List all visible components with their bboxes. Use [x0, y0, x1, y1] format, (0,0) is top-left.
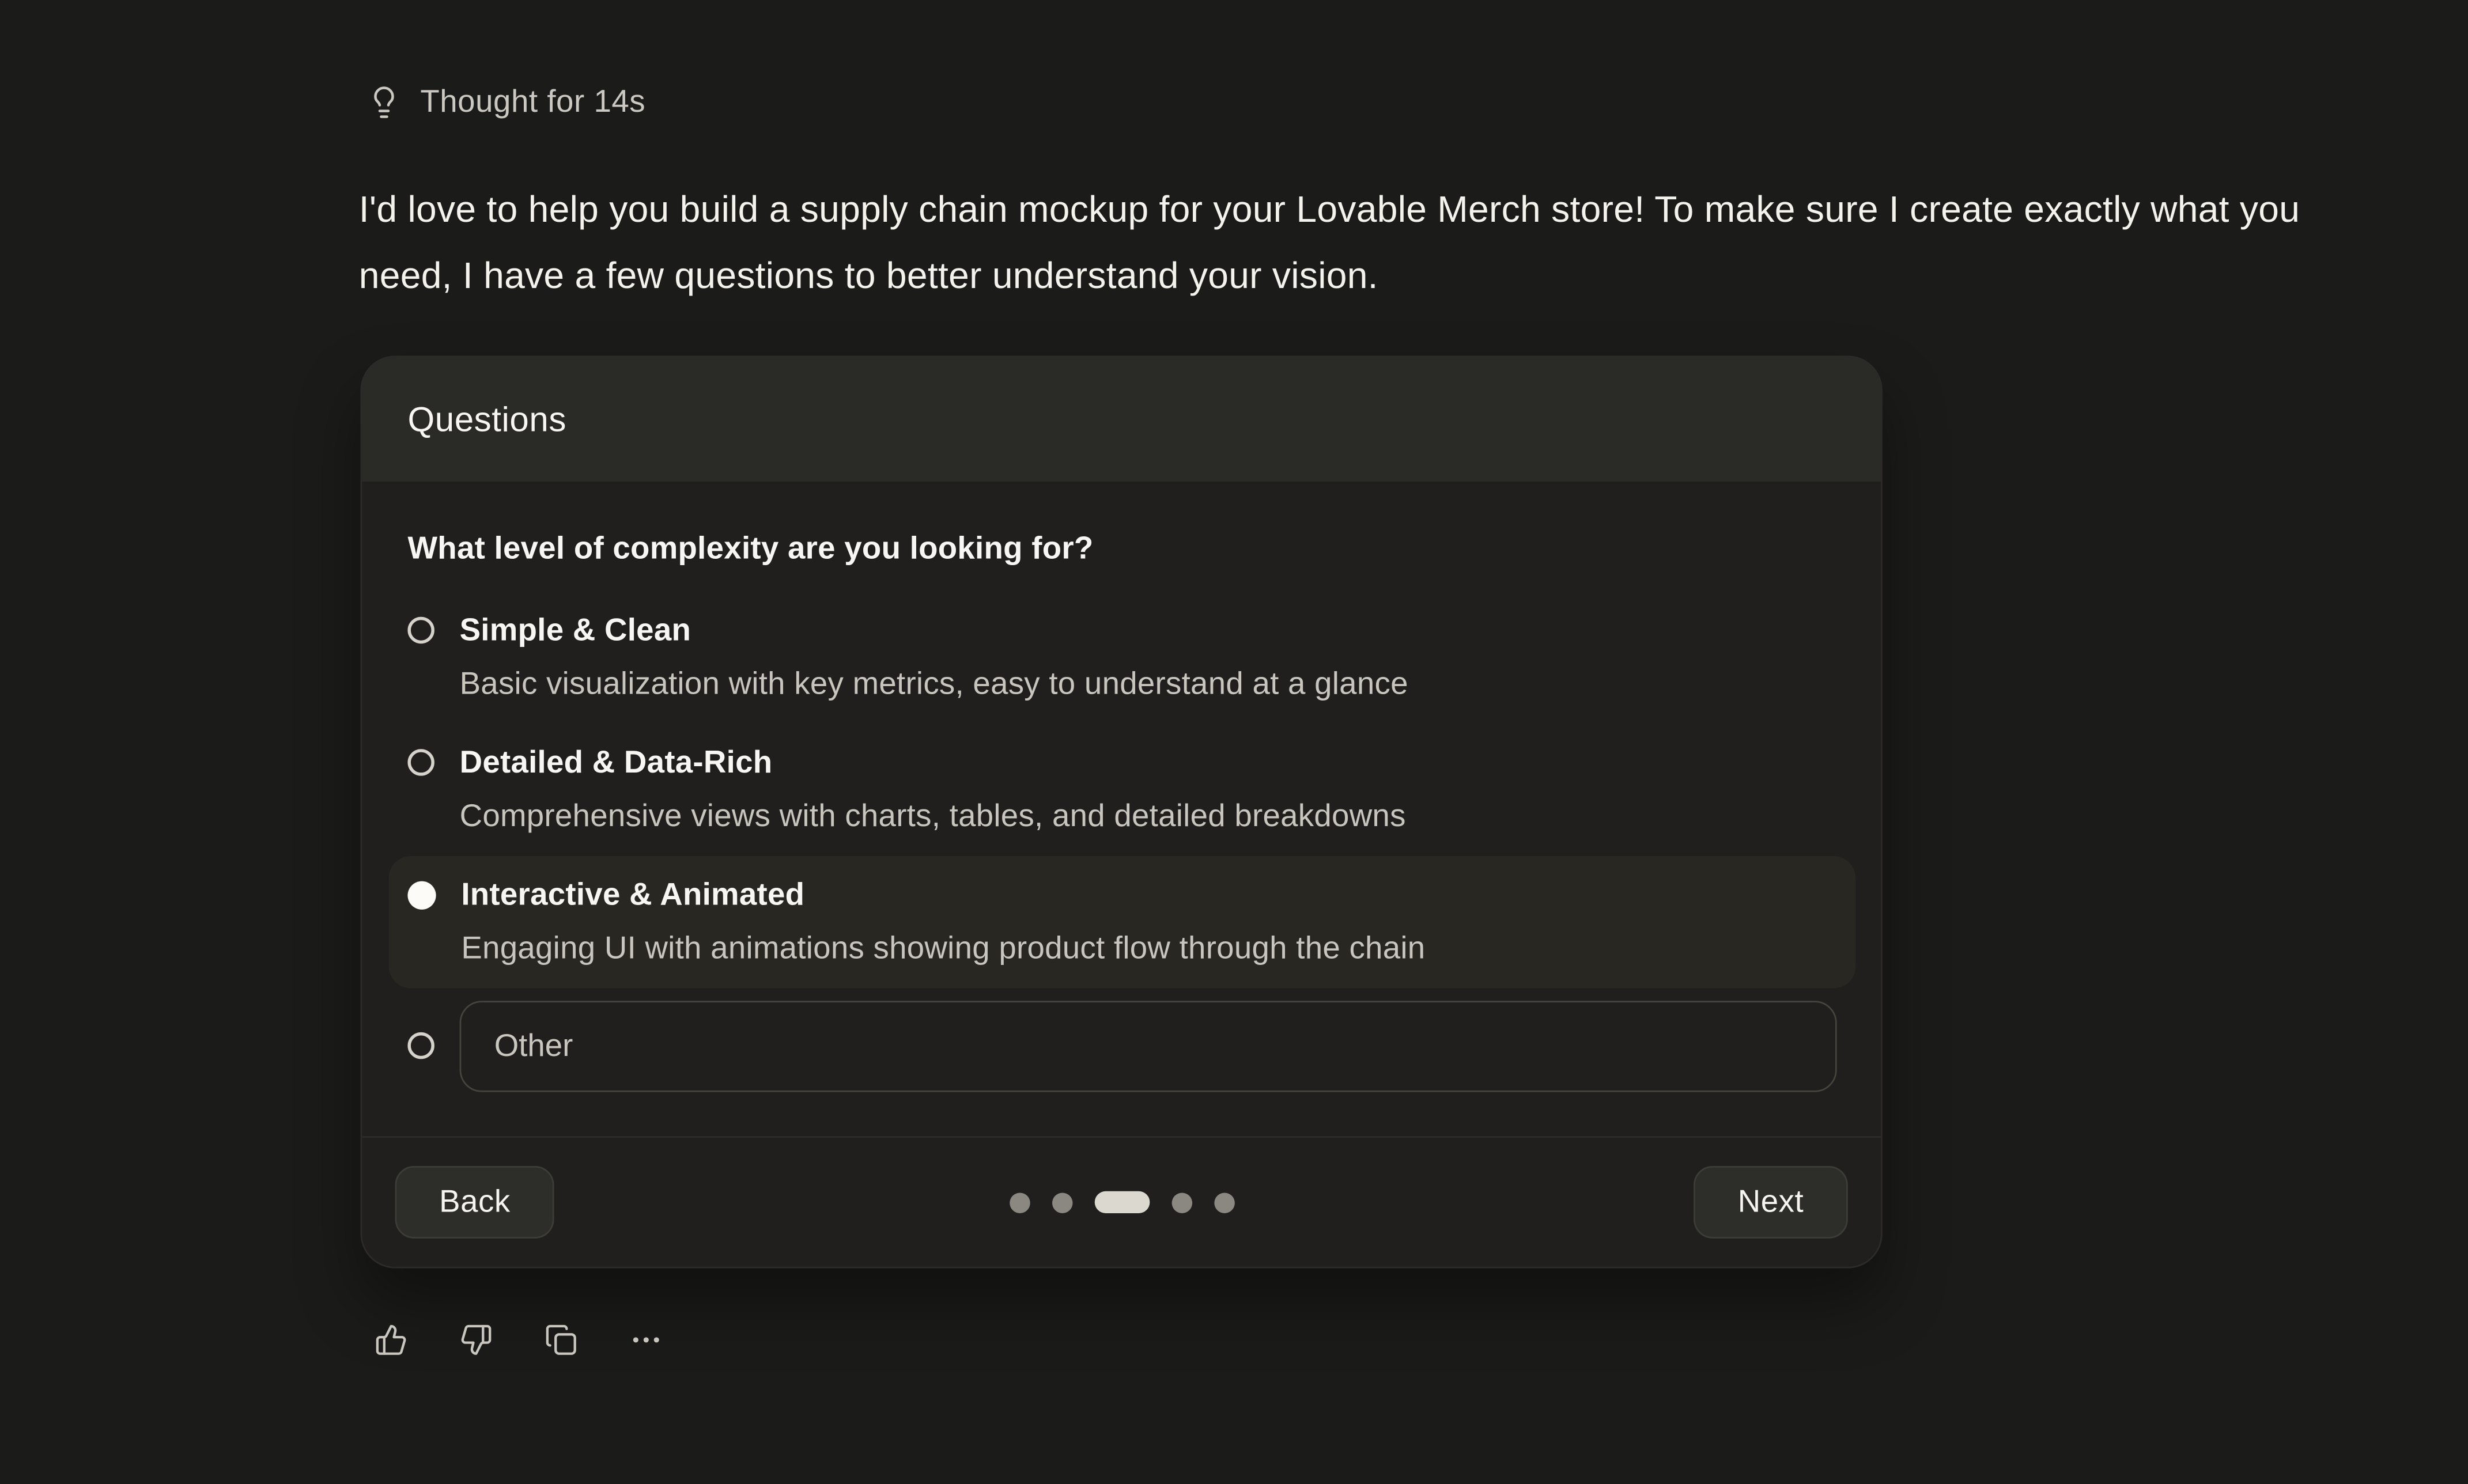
other-option-input[interactable]	[460, 1001, 1837, 1092]
questions-card: Questions What level of complexity are y…	[361, 355, 1883, 1268]
options-list: Simple & Clean Basic visualization with …	[389, 592, 1856, 1104]
copy-icon	[545, 1323, 577, 1356]
radio-selected-icon[interactable]	[407, 881, 436, 910]
back-button[interactable]: Back	[395, 1166, 555, 1239]
option-other[interactable]	[389, 988, 1856, 1104]
message-actions	[375, 1323, 663, 1356]
option-detailed-data-rich[interactable]: Detailed & Data-Rich Comprehensive views…	[389, 724, 1856, 855]
assistant-message-text: I'd love to help you build a supply chai…	[359, 176, 2366, 308]
option-label: Interactive & Animated	[461, 869, 1836, 922]
ellipsis-icon	[630, 1323, 663, 1356]
card-title: Questions	[407, 399, 566, 440]
question-text: What level of complexity are you looking…	[407, 531, 1835, 569]
pagination-dot-1	[1009, 1192, 1030, 1213]
thumbs-up-icon	[375, 1323, 407, 1356]
radio-unselected-icon[interactable]	[407, 749, 434, 775]
pagination-dot-3-active	[1094, 1191, 1149, 1213]
pagination-dot-2	[1052, 1192, 1072, 1213]
option-description: Engaging UI with animations showing prod…	[461, 922, 1836, 976]
thought-label: Thought for 14s	[420, 84, 645, 120]
pagination-dots	[1009, 1191, 1234, 1213]
next-button[interactable]: Next	[1694, 1166, 1848, 1239]
option-label: Detailed & Data-Rich	[460, 736, 1837, 790]
thumbs-down-button[interactable]	[460, 1323, 493, 1356]
option-description: Comprehensive views with charts, tables,…	[460, 790, 1837, 843]
option-simple-clean[interactable]: Simple & Clean Basic visualization with …	[389, 592, 1856, 724]
lightbulb-icon	[366, 82, 401, 123]
option-label: Simple & Clean	[460, 604, 1837, 658]
pagination-dot-4	[1171, 1192, 1192, 1213]
questions-card-header: Questions	[362, 357, 1881, 483]
thumbs-up-button[interactable]	[375, 1323, 407, 1356]
option-description: Basic visualization with key metrics, ea…	[460, 658, 1837, 711]
copy-button[interactable]	[545, 1323, 577, 1356]
questions-card-footer: Back Next	[362, 1136, 1881, 1267]
radio-unselected-icon[interactable]	[407, 617, 434, 643]
thought-summary-toggle[interactable]: Thought for 14s	[366, 82, 645, 123]
radio-unselected-icon[interactable]	[407, 1032, 434, 1059]
more-options-button[interactable]	[630, 1323, 663, 1356]
questions-card-body: What level of complexity are you looking…	[362, 483, 1881, 1137]
pagination-dot-5	[1214, 1192, 1234, 1213]
option-interactive-animated[interactable]: Interactive & Animated Engaging UI with …	[389, 856, 1856, 988]
thumbs-down-icon	[460, 1323, 493, 1356]
chat-message-area: Thought for 14s I'd love to help you bui…	[0, 0, 2468, 1484]
